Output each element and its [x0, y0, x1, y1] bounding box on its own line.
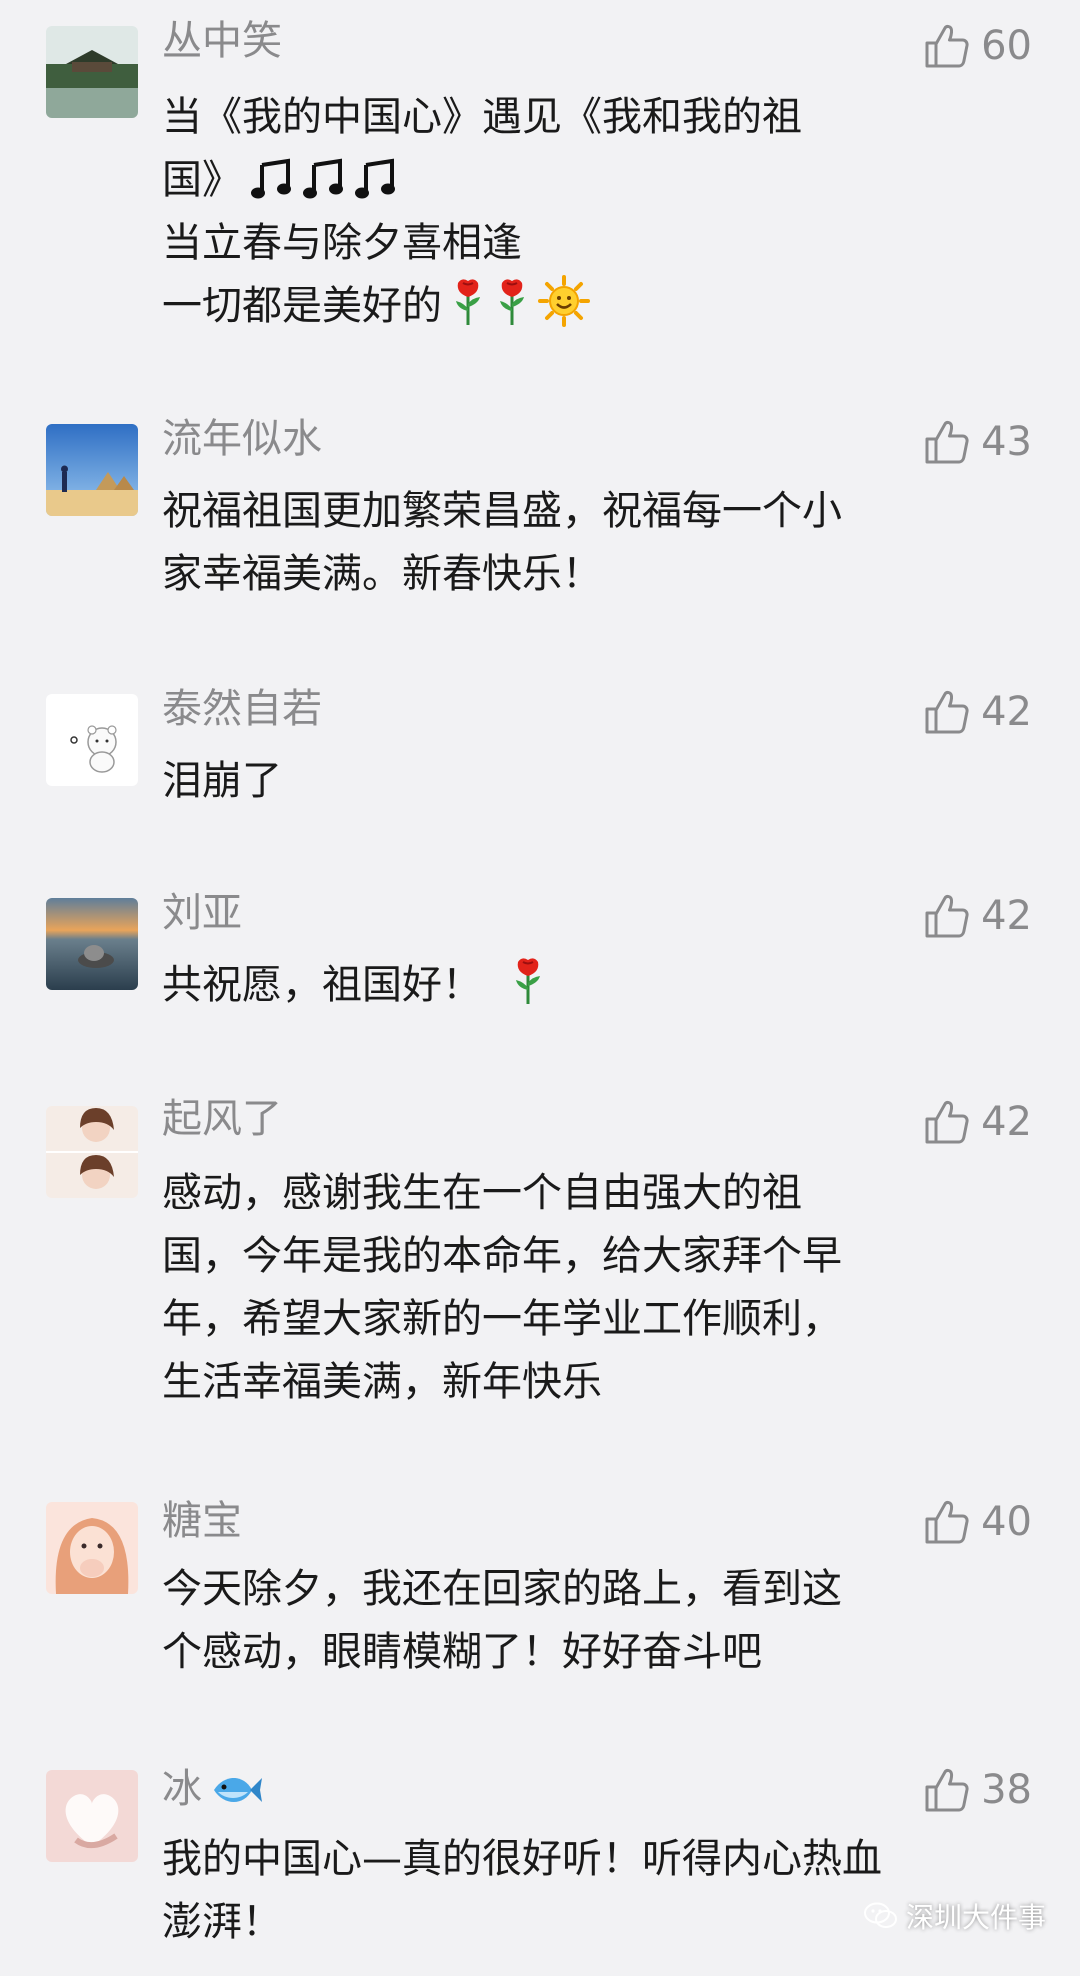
comment-line-text: 共祝愿，祖国好！ [162, 962, 482, 1008]
music-note-icon [302, 157, 346, 201]
commenter-name-text: 冰 [162, 1766, 202, 1812]
like-count: 42 [981, 689, 1032, 735]
thumbs-up-icon[interactable] [923, 22, 971, 70]
watermark-text: 深圳大件事 [905, 1901, 1046, 1934]
comment-line-text: 国》 [162, 157, 242, 203]
comment-line: 我的中国心—真的很好听！听得内心热血 [162, 1836, 882, 1882]
like-count: 38 [981, 1767, 1032, 1813]
avatar[interactable] [46, 898, 138, 990]
like-button[interactable]: 42 [923, 1094, 1032, 1150]
thumbs-up-icon[interactable] [923, 688, 971, 736]
rose-icon [494, 277, 530, 327]
comment-line: 今天除夕，我还在回家的路上，看到这 [162, 1566, 842, 1612]
comment-line-text: 一切都是美好的 [162, 283, 442, 329]
commenter-name: 起风了 [162, 1096, 282, 1142]
comment-line: 生活幸福美满，新年快乐 [162, 1359, 602, 1405]
like-count: 42 [981, 893, 1032, 939]
sun-icon [538, 275, 590, 327]
comment-line: 当立春与除夕喜相逢 [162, 220, 522, 266]
comment-line: 年，希望大家新的一年学业工作顺利， [162, 1296, 842, 1342]
wechat-icon [863, 1902, 897, 1928]
fish-icon [210, 1770, 262, 1810]
avatar[interactable] [46, 424, 138, 516]
thumbs-up-icon[interactable] [923, 1766, 971, 1814]
rose-icon [450, 277, 486, 327]
commenter-name: 泰然自若 [162, 686, 322, 732]
like-button[interactable]: 40 [923, 1494, 1032, 1550]
comment-text: 感动，感谢我生在一个自由强大的祖 国，今年是我的本命年，给大家拜个早 年，希望大… [162, 1162, 1042, 1414]
commenter-name: 丛中笑 [162, 18, 282, 64]
thumbs-up-icon[interactable] [923, 1498, 971, 1546]
like-count: 60 [981, 23, 1032, 69]
comment-line: 当《我的中国心》遇见《我和我的祖 [162, 94, 802, 140]
comment-line: 国，今年是我的本命年，给大家拜个早 [162, 1233, 842, 1279]
commenter-name: 刘亚 [162, 890, 242, 936]
music-note-icon [250, 157, 294, 201]
like-button[interactable]: 42 [923, 684, 1032, 740]
comment-text: 当《我的中国心》遇见《我和我的祖 国》 当立春与除夕喜相逢 一切都是美好的 [162, 86, 1042, 338]
like-button[interactable]: 38 [923, 1762, 1032, 1818]
avatar[interactable] [46, 26, 138, 118]
comment-line: 个感动，眼睛模糊了！好好奋斗吧 [162, 1629, 762, 1675]
avatar[interactable] [46, 694, 138, 786]
comment-line: 共祝愿，祖国好！ [162, 954, 1042, 1017]
avatar[interactable] [46, 1502, 138, 1594]
avatar[interactable] [46, 1106, 138, 1198]
commenter-name: 冰 [162, 1764, 262, 1814]
comment-line: 一切都是美好的 [162, 275, 1042, 338]
comment-text: 泪崩了 [162, 750, 1042, 813]
comment-line: 感动，感谢我生在一个自由强大的祖 [162, 1170, 802, 1216]
like-button[interactable]: 42 [923, 888, 1032, 944]
comment-text: 祝福祖国更加繁荣昌盛，祝福每一个小 家幸福美满。新春快乐！ [162, 480, 1042, 606]
thumbs-up-icon[interactable] [923, 418, 971, 466]
avatar[interactable] [46, 1770, 138, 1862]
like-button[interactable]: 60 [923, 18, 1032, 74]
thumbs-up-icon[interactable] [923, 1098, 971, 1146]
commenter-name: 流年似水 [162, 416, 322, 462]
comment-line: 国》 [162, 149, 1042, 212]
like-count: 42 [981, 1099, 1032, 1145]
commenter-name: 糖宝 [162, 1498, 242, 1544]
music-note-icon [354, 157, 398, 201]
watermark: 深圳大件事 [863, 1896, 1046, 1936]
comment-text: 今天除夕，我还在回家的路上，看到这 个感动，眼睛模糊了！好好奋斗吧 [162, 1558, 1042, 1684]
like-count: 40 [981, 1499, 1032, 1545]
comment-line: 祝福祖国更加繁荣昌盛，祝福每一个小 [162, 488, 842, 534]
comment-line: 泪崩了 [162, 758, 282, 804]
comment-text: 共祝愿，祖国好！ [162, 954, 1042, 1017]
like-button[interactable]: 43 [923, 414, 1032, 470]
thumbs-up-icon[interactable] [923, 892, 971, 940]
like-count: 43 [981, 419, 1032, 465]
rose-icon [510, 956, 546, 1006]
comment-line: 家幸福美满。新春快乐！ [162, 551, 602, 597]
